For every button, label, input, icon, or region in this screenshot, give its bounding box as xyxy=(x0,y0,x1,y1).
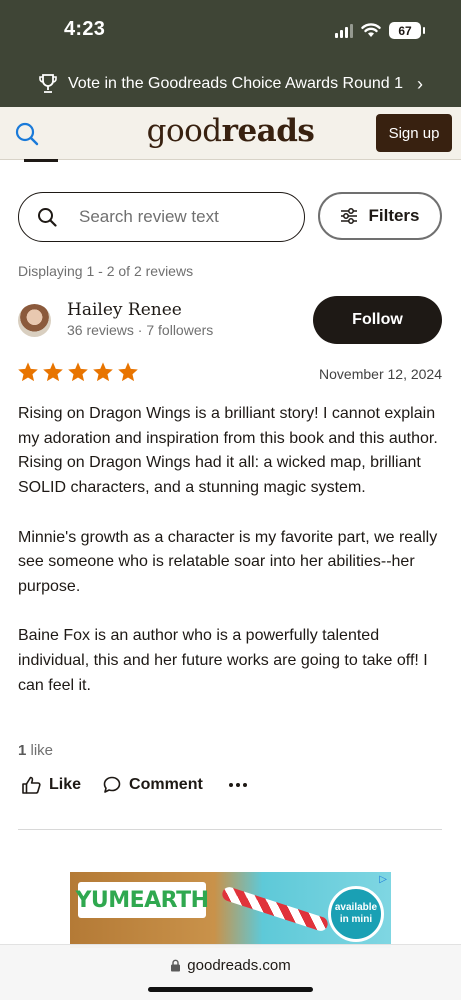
filters-label: Filters xyxy=(368,206,420,225)
chevron-right-icon: › xyxy=(417,73,424,94)
top-bar: 4:23 67 Vote in the Goodreads Choice Awa… xyxy=(0,0,461,107)
review-text: Rising on Dragon Wings is a brilliant st… xyxy=(18,402,443,723)
star-icon xyxy=(43,362,63,382)
likes-count[interactable]: 1 like xyxy=(18,742,53,759)
comment-label: Comment xyxy=(129,776,203,793)
candy-cane-image xyxy=(220,885,330,933)
battery-icon: 67 xyxy=(389,22,425,39)
star-icon xyxy=(68,362,88,382)
rating-stars xyxy=(17,361,139,383)
status-time: 4:23 xyxy=(64,18,106,40)
search-icon xyxy=(38,208,57,227)
comment-icon xyxy=(103,776,121,793)
review-paragraph: Rising on Dragon Wings is a brilliant st… xyxy=(18,405,438,497)
ad-choices-icon[interactable]: ▷ xyxy=(379,874,387,885)
status-icons: 67 xyxy=(335,22,425,39)
review-actions: Like Comment xyxy=(22,776,247,794)
site-header: goodreads Sign up xyxy=(0,107,461,160)
logo-bold: reads xyxy=(221,113,315,149)
lock-icon xyxy=(171,959,181,972)
comment-button[interactable]: Comment xyxy=(103,776,203,794)
home-indicator xyxy=(148,987,313,992)
like-label: Like xyxy=(49,776,82,793)
likes-number: 1 xyxy=(18,742,27,759)
review-paragraph: Minnie's growth as a character is my fav… xyxy=(18,528,438,595)
filters-button[interactable]: Filters xyxy=(318,192,442,240)
reviewer-name[interactable]: Hailey Renee xyxy=(67,300,182,320)
star-icon xyxy=(18,362,38,382)
likes-word: like xyxy=(30,742,54,759)
advertisement[interactable]: YUMEARTH available in mini ▷ xyxy=(70,872,391,948)
browser-url-bar: goodreads.com xyxy=(0,944,461,1000)
star-icon xyxy=(118,362,138,382)
signal-icon xyxy=(335,23,353,38)
logo-light: good xyxy=(146,113,223,149)
ad-badge: available in mini xyxy=(328,886,384,942)
url-domain: goodreads.com xyxy=(187,957,291,974)
reviewer-meta: 36 reviews · 7 followers xyxy=(67,322,214,338)
search-placeholder: Search review text xyxy=(79,207,219,226)
review-search-input[interactable]: Search review text xyxy=(18,192,305,242)
wifi-icon xyxy=(361,23,381,37)
url-field[interactable]: goodreads.com xyxy=(0,957,461,974)
trophy-icon xyxy=(39,74,57,93)
like-button[interactable]: Like xyxy=(22,776,81,794)
review-paragraph: Baine Fox is an author who is a powerful… xyxy=(18,627,428,694)
sign-up-button[interactable]: Sign up xyxy=(376,114,452,152)
divider xyxy=(18,829,442,830)
display-count: Displaying 1 - 2 of 2 reviews xyxy=(18,263,194,279)
more-options-icon[interactable] xyxy=(228,783,247,787)
thumbs-up-icon xyxy=(22,776,41,794)
tab-indicator xyxy=(24,159,58,162)
awards-banner[interactable]: Vote in the Goodreads Choice Awards Roun… xyxy=(0,66,461,102)
battery-level: 67 xyxy=(398,23,412,38)
avatar[interactable] xyxy=(18,304,51,337)
follow-button[interactable]: Follow xyxy=(313,296,442,344)
star-icon xyxy=(93,362,113,382)
sliders-icon xyxy=(341,208,358,224)
banner-text: Vote in the Goodreads Choice Awards Roun… xyxy=(67,75,404,92)
review-date[interactable]: November 12, 2024 xyxy=(319,366,442,382)
ad-brand-logo: YUMEARTH xyxy=(75,882,209,918)
